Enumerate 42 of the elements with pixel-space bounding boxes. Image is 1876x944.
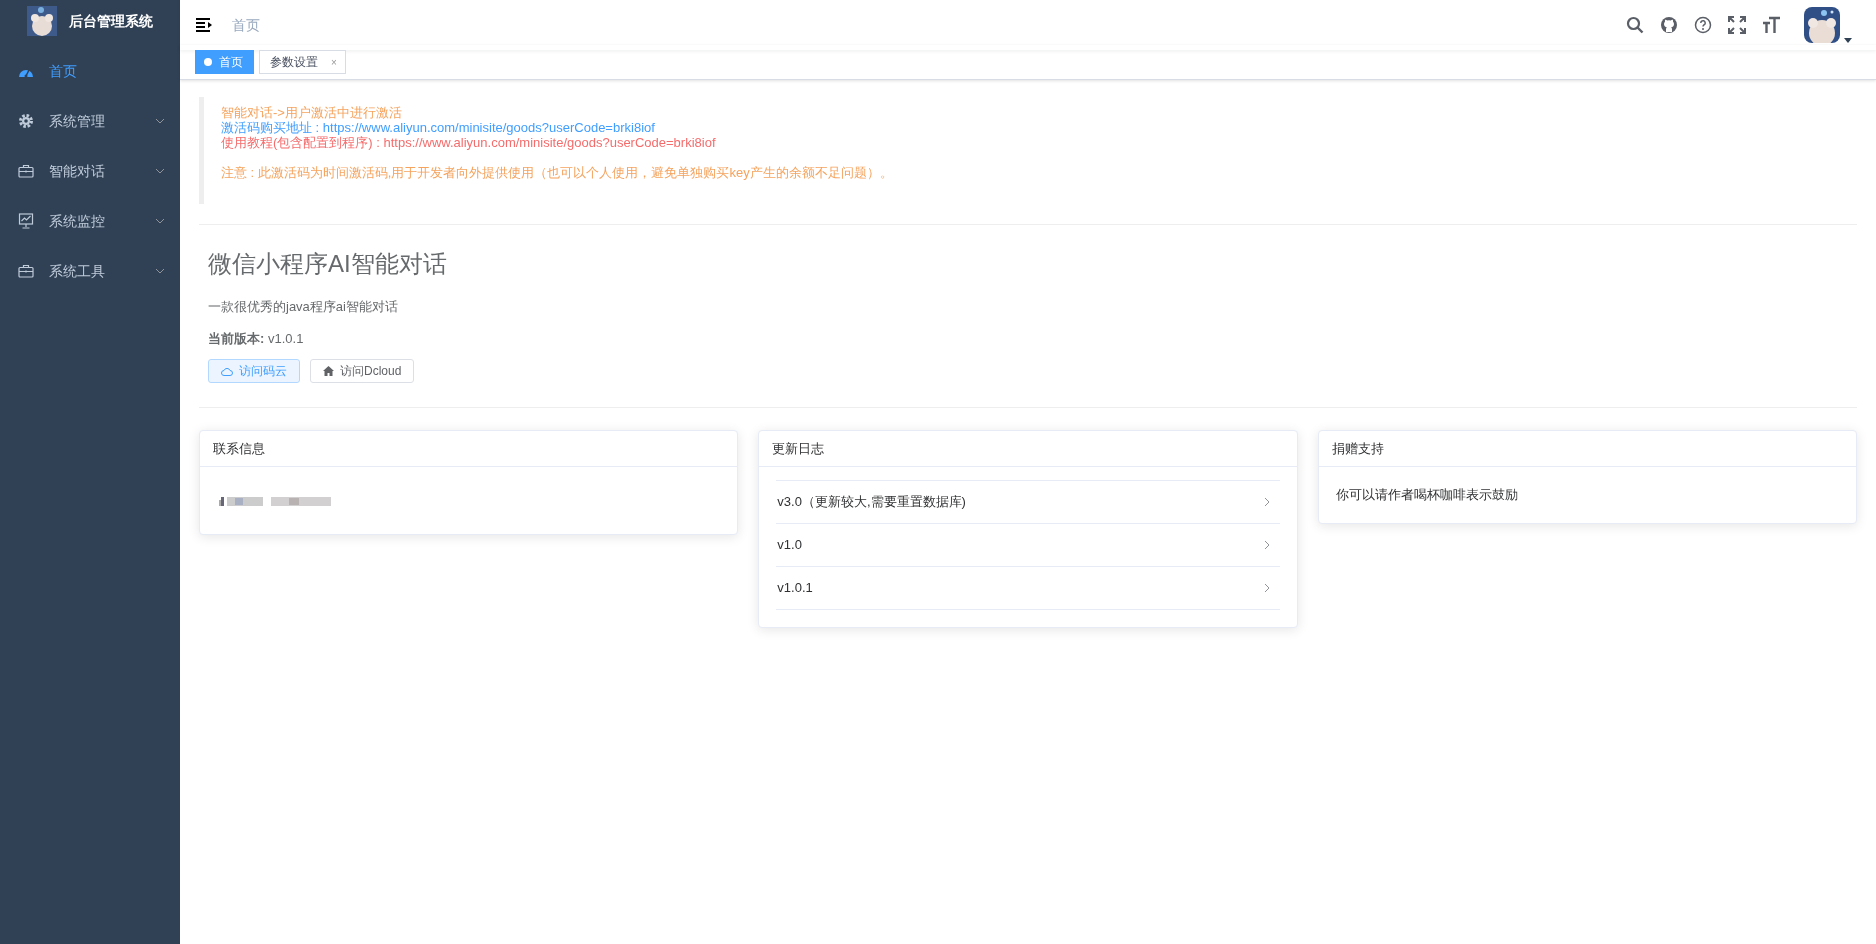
log-item[interactable]: v3.0（更新较大,需要重置数据库) [776, 481, 1280, 524]
card-text: 你可以请作者喝杯咖啡表示鼓励 [1335, 486, 1518, 505]
chevron-icon [155, 268, 165, 274]
link-button[interactable]: 访问Dcloud [310, 359, 415, 383]
menu-item[interactable]: 首页 [0, 46, 180, 96]
help-icon[interactable] [1694, 16, 1712, 34]
version-text: 当前版本: v1.0.1 [208, 329, 305, 348]
card-title: 更新日志 [772, 439, 825, 458]
description: 一款很优秀的java程序ai智能对话 [208, 298, 399, 316]
briefcase-icon [18, 164, 34, 178]
briefcase-icon [18, 264, 34, 278]
chevron-icon [155, 168, 165, 174]
chevron-icon [155, 218, 165, 224]
card-title: 捐赠支持 [1331, 439, 1384, 458]
chevron-icon [1263, 497, 1270, 507]
tab[interactable]: 参数设置 × [259, 50, 346, 74]
menu-item[interactable]: 系统监控 [0, 196, 180, 246]
app-title: 后台管理系统 [69, 11, 153, 31]
log-item[interactable]: v1.0.1 [776, 567, 1280, 610]
menu-item[interactable]: 系统管理 [0, 96, 180, 146]
chevron-icon [1263, 583, 1270, 593]
chevron-icon [1263, 540, 1270, 550]
search-icon[interactable] [1626, 16, 1644, 34]
card-title: 联系信息 [213, 439, 265, 458]
notice-text: 注意 : 此激活码为时间激活码,用于开发者向外提供使用（也可以个人使用，避免单独购买key产生的余额不足问题）。 [221, 165, 894, 180]
fullscreen-icon[interactable] [1728, 16, 1746, 34]
menu-icon[interactable] [196, 18, 212, 32]
cloud-icon [221, 366, 233, 376]
log-item[interactable]: v1.0 [776, 524, 1280, 567]
menu-item[interactable]: 智能对话 [0, 146, 180, 196]
notice-text: 激活码购买地址 : https://www.aliyun.com/minisite/goods?userCode=brki8iof [221, 120, 656, 135]
home-icon [323, 366, 334, 376]
caret-icon[interactable] [1844, 38, 1852, 43]
github-icon[interactable] [1660, 16, 1678, 34]
notice-text: 使用教程(包含配置到程序) : https://www.aliyun.com/minisite/goods?userCode=brki8iof [221, 135, 717, 150]
monitor-icon [18, 213, 34, 229]
page-title: 微信小程序AI智能对话 [208, 249, 448, 279]
chevron-icon [155, 118, 165, 124]
text-size-icon[interactable] [1762, 16, 1780, 34]
menu-item[interactable]: 系统工具 [0, 246, 180, 296]
notice-text: 智能对话->用户激活中进行激活 [221, 105, 403, 120]
gear-icon [18, 113, 34, 129]
